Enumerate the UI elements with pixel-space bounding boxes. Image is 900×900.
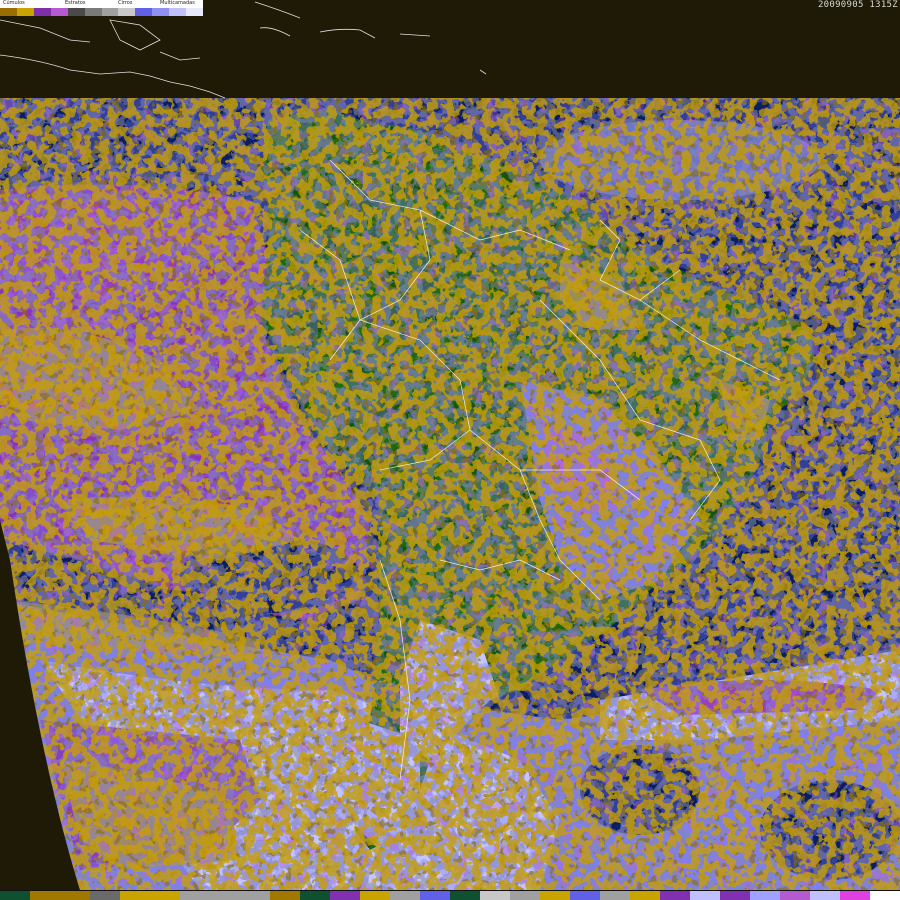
legend-label-cirrus: Cirros xyxy=(118,0,133,6)
legend-label-multilayer: Multicamadas xyxy=(160,0,195,6)
legend-swatch xyxy=(135,8,153,16)
scale-swatch xyxy=(840,891,870,900)
scale-swatch xyxy=(420,891,450,900)
scale-swatch xyxy=(810,891,840,900)
scale-swatch xyxy=(150,891,180,900)
scale-swatch xyxy=(480,891,510,900)
scale-swatch xyxy=(330,891,360,900)
legend-labels: Cúmulos Estratos Cirros Multicamadas xyxy=(0,0,203,7)
scale-swatch xyxy=(570,891,600,900)
legend-swatch xyxy=(169,8,187,16)
legend-swatch xyxy=(33,8,51,16)
scale-swatch xyxy=(360,891,390,900)
scale-swatch xyxy=(390,891,420,900)
legend-swatch xyxy=(50,8,68,16)
legend-swatch xyxy=(84,8,102,16)
scale-swatch xyxy=(270,891,300,900)
scale-swatch xyxy=(660,891,690,900)
scale-swatch xyxy=(600,891,630,900)
scale-swatch xyxy=(30,891,60,900)
legend-label-cumulus: Cúmulos xyxy=(3,0,25,6)
bottom-color-scale xyxy=(0,890,900,900)
legend-swatch xyxy=(186,8,204,16)
scale-swatch xyxy=(690,891,720,900)
scale-swatch xyxy=(60,891,90,900)
earth-disk xyxy=(0,98,900,890)
scale-swatch xyxy=(540,891,570,900)
scale-swatch xyxy=(120,891,150,900)
scale-swatch xyxy=(870,891,900,900)
satellite-map: Cúmulos Estratos Cirros Multicamadas 200… xyxy=(0,0,900,900)
legend-swatch xyxy=(67,8,85,16)
scale-swatch xyxy=(450,891,480,900)
scale-swatch xyxy=(780,891,810,900)
legend-swatch xyxy=(16,8,34,16)
cloud-type-legend: Cúmulos Estratos Cirros Multicamadas xyxy=(0,0,204,16)
scale-swatch xyxy=(300,891,330,900)
legend-swatch xyxy=(118,8,136,16)
legend-color-swatches xyxy=(0,8,204,16)
cloud-classification-map xyxy=(0,0,900,900)
scale-swatch xyxy=(750,891,780,900)
scale-swatch xyxy=(720,891,750,900)
image-timestamp: 20090905 1315Z xyxy=(817,0,898,10)
legend-swatch xyxy=(101,8,119,16)
scale-swatch xyxy=(630,891,660,900)
scale-swatch xyxy=(90,891,120,900)
scale-swatch xyxy=(0,891,30,900)
scale-swatch xyxy=(240,891,270,900)
legend-label-stratus: Estratos xyxy=(65,0,86,6)
legend-swatch xyxy=(152,8,170,16)
scale-swatch xyxy=(210,891,240,900)
scale-swatch xyxy=(510,891,540,900)
legend-swatch xyxy=(0,8,17,16)
scale-swatch xyxy=(180,891,210,900)
